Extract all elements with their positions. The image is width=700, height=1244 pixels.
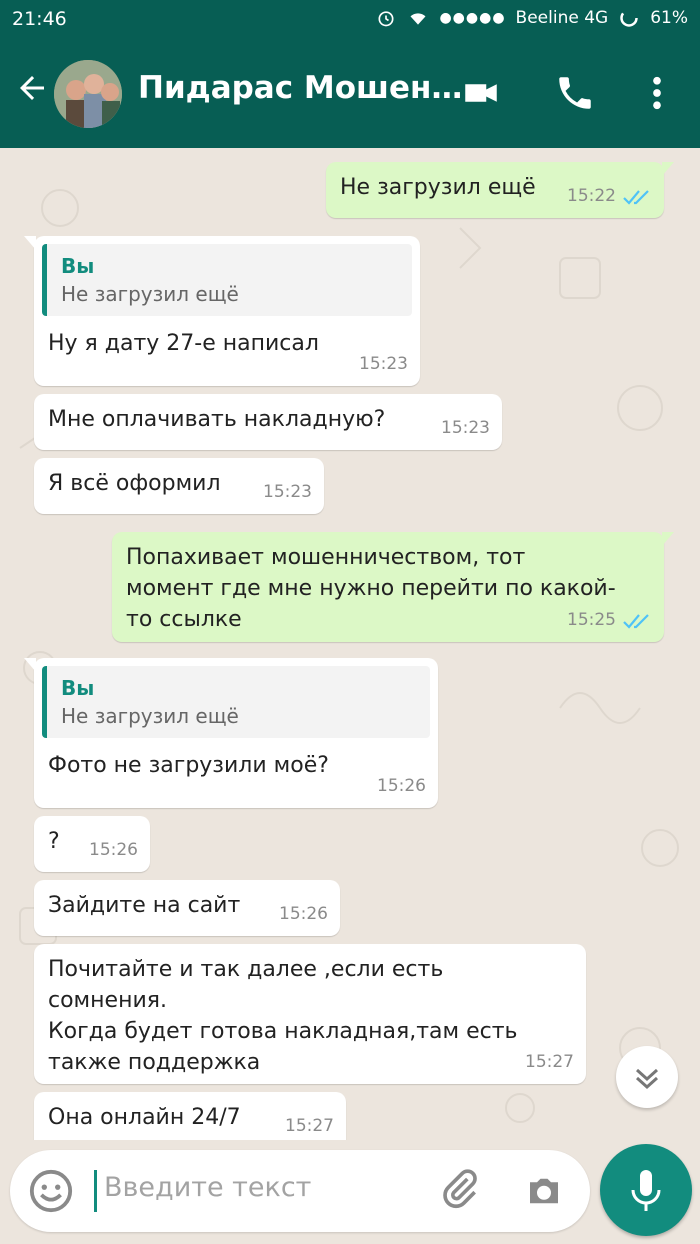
message-text: Не загрузил ещё xyxy=(340,175,536,200)
message-meta: 15:22 xyxy=(567,181,652,212)
quote-text: Не загрузил ещё xyxy=(61,282,239,306)
message-meta: 15:23 xyxy=(263,477,312,508)
attach-icon[interactable] xyxy=(438,1168,482,1212)
message-text: Фото не загрузили моё? xyxy=(48,753,329,778)
message-text: Зайдите на сайт xyxy=(48,893,241,918)
quote-author: Вы xyxy=(61,676,95,700)
quote-author: Вы xyxy=(61,254,95,278)
message-time: 15:22 xyxy=(567,186,616,206)
contact-name[interactable]: Пидарас Мошен… xyxy=(138,70,462,106)
message-text: Ну я дату 27-е написал xyxy=(48,331,319,356)
message-time: 15:23 xyxy=(359,354,408,374)
battery-percent: 61% xyxy=(650,8,688,28)
avatar[interactable] xyxy=(54,60,122,128)
message-time: 15:26 xyxy=(89,840,138,860)
message-time: 15:26 xyxy=(279,904,328,924)
message-time: 15:23 xyxy=(441,418,490,438)
emoji-icon[interactable] xyxy=(28,1168,74,1214)
video-call-icon[interactable] xyxy=(460,72,502,114)
mic-icon xyxy=(631,1170,661,1211)
more-vert-icon[interactable] xyxy=(636,72,678,114)
mic-button[interactable] xyxy=(600,1144,692,1236)
text-caret xyxy=(94,1170,97,1212)
bubble-tail xyxy=(24,236,36,250)
battery-icon xyxy=(620,9,638,27)
message-time: 15:23 xyxy=(263,482,312,502)
message-time: 15:26 xyxy=(377,776,426,796)
reply-quote[interactable]: Вы Не загрузил ещё xyxy=(42,666,430,738)
status-time: 21:46 xyxy=(12,8,67,30)
message-meta: 15:23 xyxy=(441,413,490,444)
message-meta: 15:26 xyxy=(89,835,138,866)
message-text: Она онлайн 24/7 xyxy=(48,1105,241,1130)
message-meta: 15:23 xyxy=(359,349,408,380)
message-text: Попахивает мошенничеством, тот момент гд… xyxy=(126,545,616,632)
message-text: Я всё оформил xyxy=(48,471,221,496)
chat-area[interactable]: Не загрузил ещё 15:22 Вы Не загрузил ещё… xyxy=(0,148,700,1140)
message-time: 15:25 xyxy=(567,610,616,630)
message-incoming[interactable]: Зайдите на сайт 15:26 xyxy=(34,880,340,936)
message-time: 15:27 xyxy=(285,1116,334,1136)
status-right: ●●●●● Beeline 4G 61% xyxy=(375,8,688,28)
message-incoming[interactable]: Я всё оформил 15:23 xyxy=(34,458,324,514)
quote-text: Не загрузил ещё xyxy=(61,704,239,728)
message-incoming[interactable]: ? 15:26 xyxy=(34,816,150,872)
back-arrow-icon[interactable] xyxy=(14,70,50,106)
read-ticks-icon xyxy=(623,613,649,629)
message-incoming[interactable]: Вы Не загрузил ещё Фото не загрузили моё… xyxy=(24,658,438,808)
message-meta: 15:27 xyxy=(525,1047,574,1078)
phone-icon[interactable] xyxy=(554,72,596,114)
avatar-photo xyxy=(54,60,122,128)
bubble-tail xyxy=(662,162,674,176)
message-meta: 15:27 xyxy=(285,1111,334,1140)
message-time: 15:27 xyxy=(525,1052,574,1072)
reply-quote[interactable]: Вы Не загрузил ещё xyxy=(42,244,412,316)
carrier-label: Beeline 4G xyxy=(515,8,609,28)
wifi-icon xyxy=(410,13,426,25)
message-meta: 15:25 xyxy=(567,605,652,636)
message-meta: 15:26 xyxy=(377,771,426,802)
bubble-tail xyxy=(662,532,674,546)
scroll-down-button[interactable] xyxy=(616,1046,678,1108)
chat-header: Пидарас Мошен… xyxy=(0,40,700,148)
status-bar: 21:46 ●●●●● Beeline 4G 61% xyxy=(0,0,700,40)
alarm-icon xyxy=(378,11,394,27)
message-meta: 15:26 xyxy=(279,899,328,930)
message-outgoing[interactable]: Попахивает мошенничеством, тот момент гд… xyxy=(112,532,674,642)
signal-icon: ●●●●● xyxy=(439,10,506,26)
message-composer[interactable]: Введите текст xyxy=(10,1150,590,1232)
message-incoming[interactable]: Почитайте и так далее ,если есть сомнени… xyxy=(34,944,586,1084)
bubble-tail xyxy=(24,658,36,672)
read-ticks-icon xyxy=(623,189,649,205)
message-text: Мне оплачивать накладную? xyxy=(48,407,386,432)
message-input[interactable]: Введите текст xyxy=(104,1172,311,1203)
message-text: ? xyxy=(48,829,60,854)
message-text: Почитайте и так далее ,если есть сомнени… xyxy=(48,957,518,1075)
message-incoming[interactable]: Мне оплачивать накладную? 15:23 xyxy=(34,394,502,450)
message-incoming[interactable]: Вы Не загрузил ещё Ну я дату 27-е написа… xyxy=(24,236,420,386)
message-outgoing[interactable]: Не загрузил ещё 15:22 xyxy=(326,162,674,218)
double-chevron-down-icon xyxy=(635,1068,659,1090)
camera-icon[interactable] xyxy=(522,1170,566,1212)
message-incoming[interactable]: Она онлайн 24/7 15:27 xyxy=(34,1092,346,1140)
